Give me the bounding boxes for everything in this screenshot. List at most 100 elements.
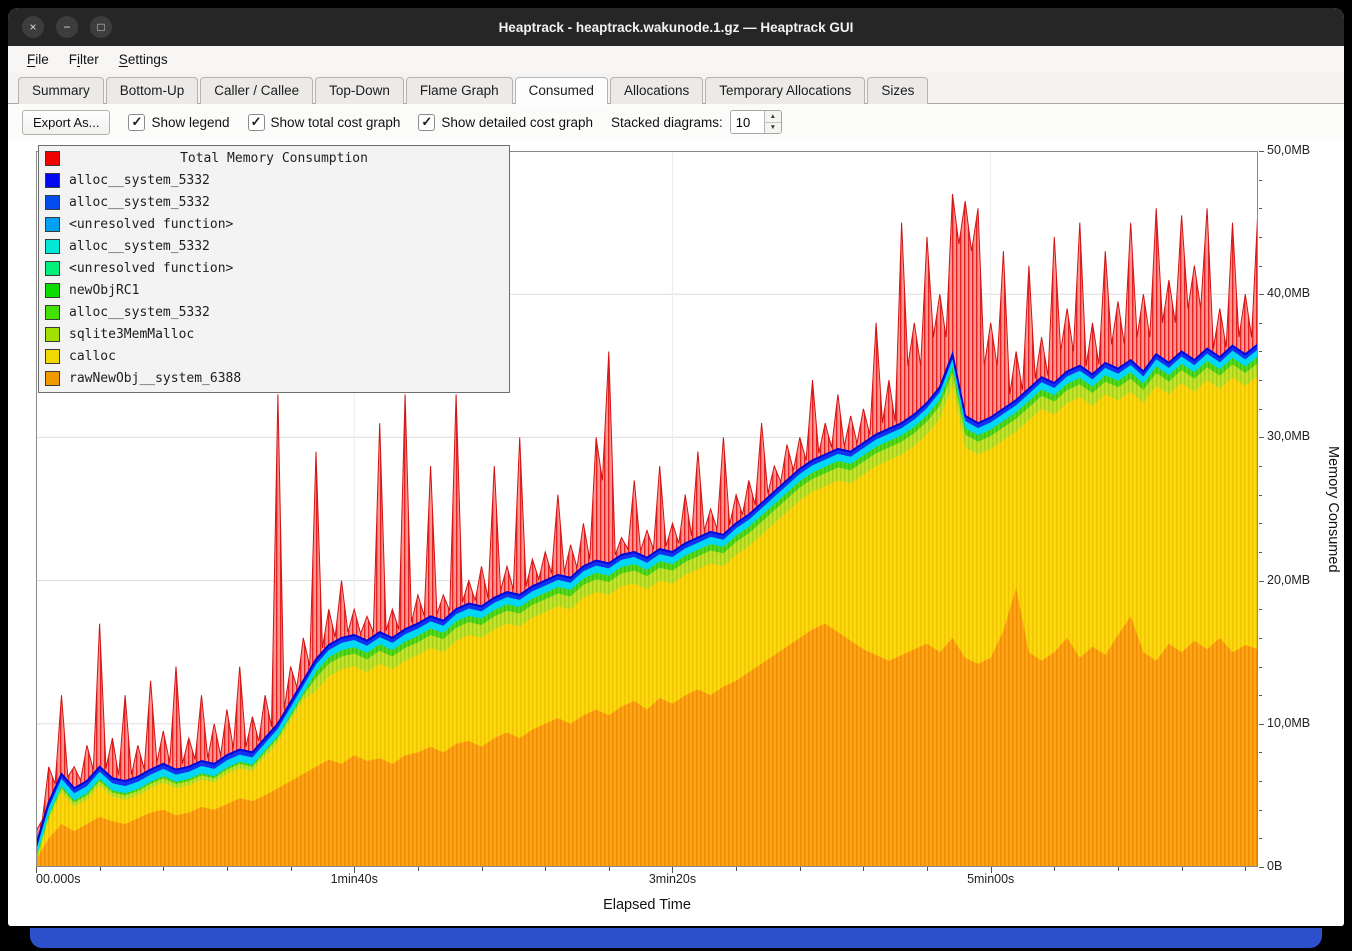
tab-allocations[interactable]: Allocations xyxy=(610,77,703,104)
show-total-cost-checkbox-icon[interactable]: ✓ xyxy=(248,114,265,131)
menu-file[interactable]: File xyxy=(18,49,58,70)
x-axis-label: 1min40s xyxy=(331,872,378,886)
x-axis-minor-tickmark xyxy=(418,867,419,871)
y-axis-minor-tickmark xyxy=(1259,266,1262,267)
x-axis-label: 5min00s xyxy=(967,872,1014,886)
tab-summary[interactable]: Summary xyxy=(18,77,104,104)
y-axis-minor-tickmark xyxy=(1259,180,1262,181)
toolbar: Export As... ✓ Show legend ✓ Show total … xyxy=(8,104,1344,140)
maximize-button[interactable]: □ xyxy=(90,16,112,38)
x-axis-minor-tickmark xyxy=(100,867,101,871)
desktop-wallpaper-strip xyxy=(30,928,1322,948)
x-axis-minor-tickmark xyxy=(1118,867,1119,871)
show-legend-checkbox-icon[interactable]: ✓ xyxy=(128,114,145,131)
legend-item: sqlite3MemMalloc xyxy=(39,323,509,345)
legend-label: calloc xyxy=(69,349,116,364)
show-detailed-cost-checkbox-icon[interactable]: ✓ xyxy=(418,114,435,131)
y-axis-minor-tickmark xyxy=(1259,667,1262,668)
y-axis-minor-tickmark xyxy=(1259,323,1262,324)
y-axis-minor-tickmark xyxy=(1259,380,1262,381)
legend-label: sqlite3MemMalloc xyxy=(69,327,194,342)
tab-temporary-allocations[interactable]: Temporary Allocations xyxy=(705,77,865,104)
legend-swatch xyxy=(45,173,60,188)
titlebar: × − □ Heaptrack - heaptrack.wakunode.1.g… xyxy=(8,8,1344,46)
checkbox-show-legend[interactable]: ✓ Show legend xyxy=(128,114,229,131)
legend-item: calloc xyxy=(39,345,509,367)
stacked-diagrams-input[interactable] xyxy=(731,111,764,133)
chart-area: Total Memory Consumption alloc__system_5… xyxy=(8,140,1344,926)
x-axis-minor-tickmark xyxy=(736,867,737,871)
tab-caller-callee[interactable]: Caller / Callee xyxy=(200,77,313,104)
x-axis-minor-tickmark xyxy=(1182,867,1183,871)
menubar: File Filter Settings xyxy=(8,46,1344,73)
y-axis-minor-tickmark xyxy=(1259,495,1262,496)
tab-sizes[interactable]: Sizes xyxy=(867,77,928,104)
legend-swatch xyxy=(45,327,60,342)
y-axis-minor-tickmark xyxy=(1259,781,1262,782)
legend-label: <unresolved function> xyxy=(69,217,233,232)
y-axis-label: 50,0MB xyxy=(1267,143,1310,157)
tab-bottom-up[interactable]: Bottom-Up xyxy=(106,77,199,104)
y-axis-label: 0B xyxy=(1267,859,1282,873)
legend-title-row: Total Memory Consumption xyxy=(39,147,509,169)
legend-label: alloc__system_5332 xyxy=(69,239,210,254)
show-legend-label: Show legend xyxy=(151,115,229,130)
maximize-icon: □ xyxy=(97,21,104,33)
spin-up-button[interactable]: ▲ xyxy=(765,111,781,123)
y-axis-title: Memory Consumed xyxy=(1325,151,1341,867)
close-button[interactable]: × xyxy=(22,16,44,38)
legend-label: alloc__system_5332 xyxy=(69,195,210,210)
legend-item: <unresolved function> xyxy=(39,213,509,235)
tab-consumed[interactable]: Consumed xyxy=(515,77,608,104)
legend-item: newObjRC1 xyxy=(39,279,509,301)
stacked-diagrams-spinbox[interactable]: ▲ ▼ xyxy=(730,110,782,134)
x-axis-title: Elapsed Time xyxy=(36,897,1258,913)
legend-swatch xyxy=(45,371,60,386)
show-total-cost-label: Show total cost graph xyxy=(271,115,401,130)
y-axis-minor-tickmark xyxy=(1259,552,1262,553)
legend-swatch xyxy=(45,261,60,276)
y-axis-tickmark xyxy=(1259,581,1264,582)
tab-top-down[interactable]: Top-Down xyxy=(315,77,404,104)
legend-swatch xyxy=(45,217,60,232)
stacked-diagrams-label: Stacked diagrams: xyxy=(611,115,723,130)
y-axis-minor-tickmark xyxy=(1259,523,1262,524)
legend-item: rawNewObj__system_6388 xyxy=(39,367,509,389)
legend-item: <unresolved function> xyxy=(39,257,509,279)
spin-down-button[interactable]: ▼ xyxy=(765,123,781,134)
tab-flame-graph[interactable]: Flame Graph xyxy=(406,77,513,104)
legend-label: alloc__system_5332 xyxy=(69,305,210,320)
y-axis-minor-tickmark xyxy=(1259,638,1262,639)
y-axis-label: 30,0MB xyxy=(1267,429,1310,443)
checkbox-show-detailed-cost-graph[interactable]: ✓ Show detailed cost graph xyxy=(418,114,593,131)
minimize-button[interactable]: − xyxy=(56,16,78,38)
x-axis-minor-tickmark xyxy=(227,867,228,871)
legend-swatch xyxy=(45,195,60,210)
spin-up-icon: ▲ xyxy=(770,113,776,120)
export-as-button[interactable]: Export As... xyxy=(22,110,110,135)
chart-legend: Total Memory Consumption alloc__system_5… xyxy=(38,145,510,393)
checkbox-show-total-cost-graph[interactable]: ✓ Show total cost graph xyxy=(248,114,401,131)
y-axis-minor-tickmark xyxy=(1259,752,1262,753)
y-axis-label: 20,0MB xyxy=(1267,573,1310,587)
window-controls: × − □ xyxy=(22,16,112,38)
window-title: Heaptrack - heaptrack.wakunode.1.gz — He… xyxy=(8,20,1344,35)
legend-label: alloc__system_5332 xyxy=(69,173,210,188)
legend-swatch xyxy=(45,239,60,254)
x-axis-minor-tickmark xyxy=(1054,867,1055,871)
heaptrack-window: × − □ Heaptrack - heaptrack.wakunode.1.g… xyxy=(8,8,1344,926)
legend-swatch xyxy=(45,283,60,298)
x-axis-minor-tickmark xyxy=(609,867,610,871)
legend-title: Total Memory Consumption xyxy=(39,151,509,166)
x-axis-minor-tickmark xyxy=(291,867,292,871)
legend-item: alloc__system_5332 xyxy=(39,301,509,323)
menu-filter[interactable]: Filter xyxy=(60,49,108,70)
menu-settings[interactable]: Settings xyxy=(110,49,177,70)
y-axis-tickmark xyxy=(1259,437,1264,438)
legend-swatch xyxy=(45,349,60,364)
y-axis-minor-tickmark xyxy=(1259,466,1262,467)
spin-down-icon: ▼ xyxy=(770,124,776,131)
legend-swatch-total xyxy=(45,151,60,166)
x-axis-minor-tickmark xyxy=(482,867,483,871)
x-axis-minor-tickmark xyxy=(863,867,864,871)
